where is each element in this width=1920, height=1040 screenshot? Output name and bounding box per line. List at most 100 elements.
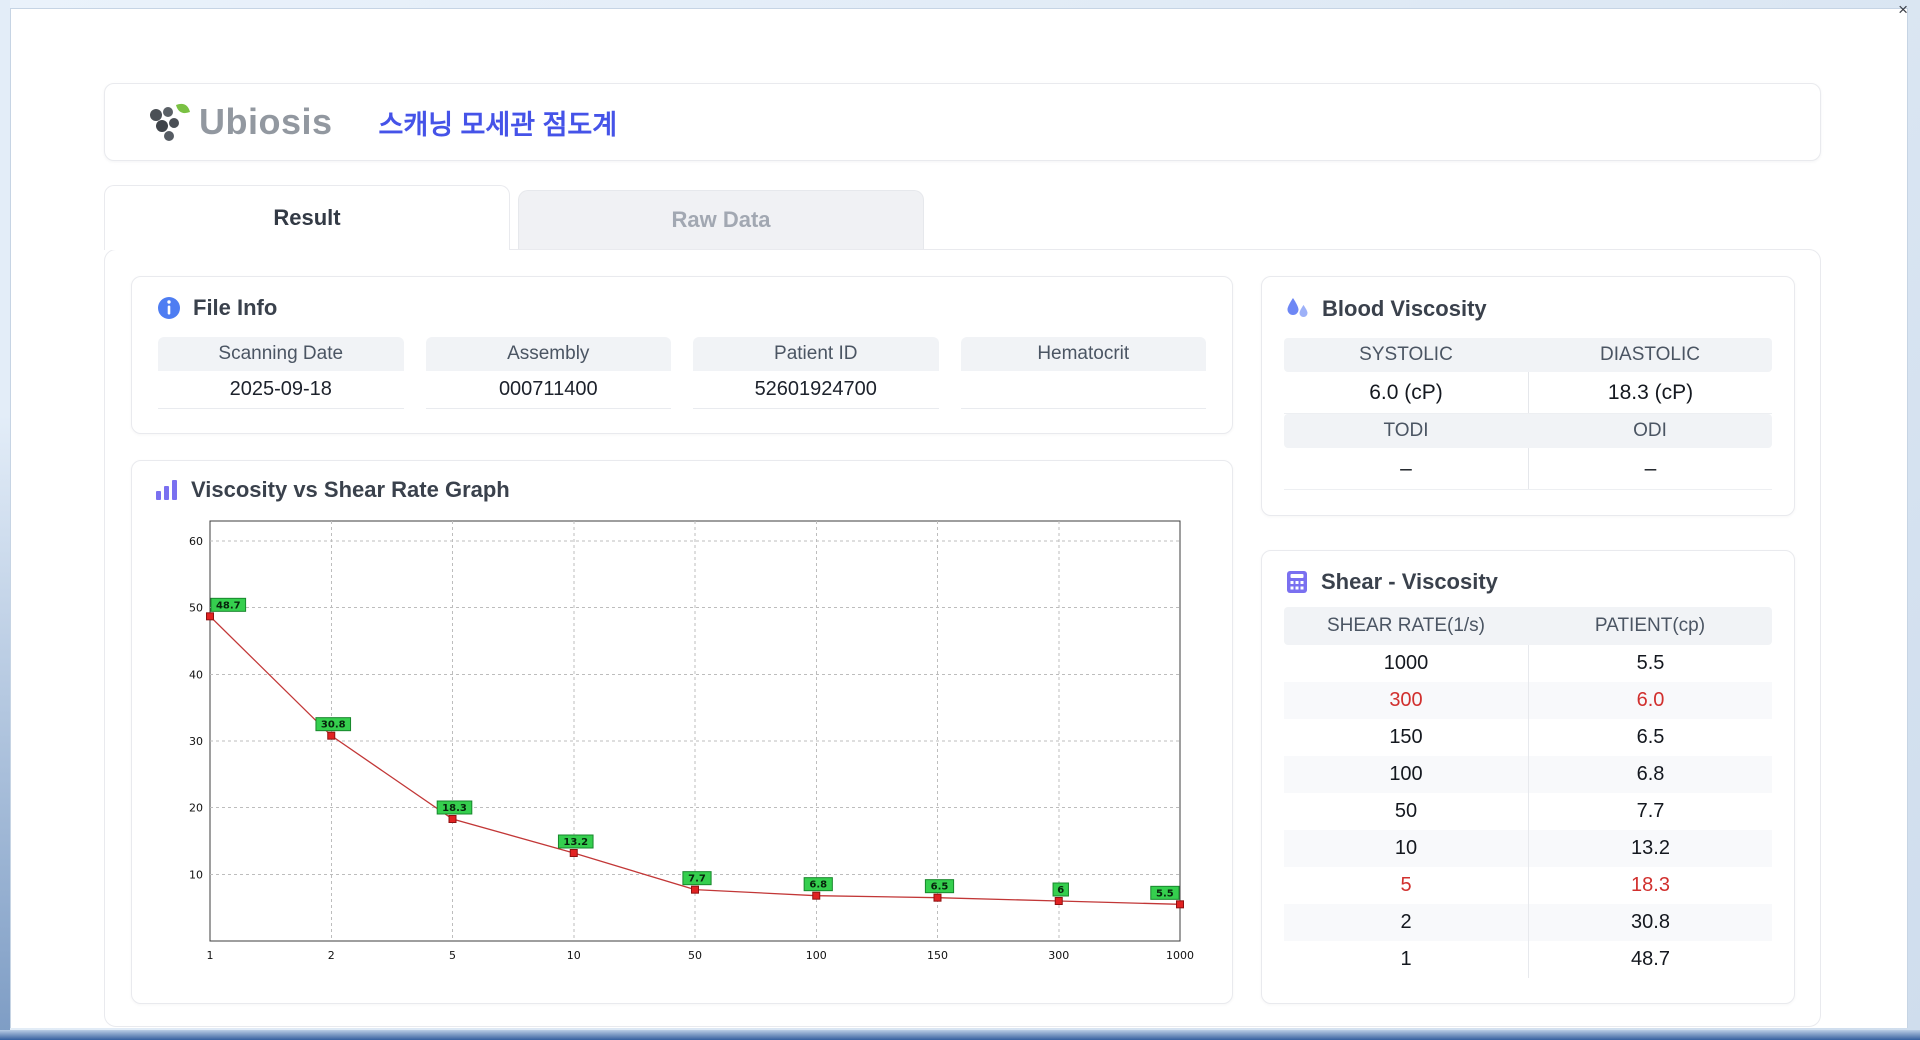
shear-viscosity-card: Shear - Viscosity SHEAR RATE(1/s) PATIEN… [1261,550,1795,1004]
todi-label: TODI [1383,420,1429,441]
droplets-icon [1284,295,1311,322]
field-label: Patient ID [693,337,939,371]
graph-title: Viscosity vs Shear Rate Graph [191,477,510,502]
chart-area: 10 20 30 40 50 60 1 2 5 10 50 100 150 300 1000 48.7 30.8… [154,509,1210,976]
shear-rate-value: 10 [1394,837,1418,859]
shear-viscosity-table: SHEAR RATE(1/s) PATIENT(cp) 1000 5.5 300… [1284,607,1772,978]
table-row: – – [1284,448,1772,490]
field-value [960,371,1206,409]
field-label: Scanning Date [158,337,404,371]
shear-rate-value: 1000 [1383,652,1429,674]
shear-rate-value: 300 [1389,689,1423,711]
systolic-value: 6.0 (cP) [1369,380,1443,404]
svg-text:20: 20 [189,802,203,815]
svg-text:13.2: 13.2 [563,837,588,848]
logo-text: Ubiosis [199,101,333,142]
svg-text:6.5: 6.5 [931,882,949,893]
page-title: 스캐닝 모세관 점도계 [378,109,618,140]
ubiosis-logo: Ubiosis [143,99,333,145]
diastolic-value: 18.3 (cP) [1528,372,1772,413]
file-info-title: File Info [193,295,278,320]
field-assembly: Assembly 000711400 [425,337,671,409]
blood-viscosity-card: Blood Viscosity SYSTOLIC DIASTOLIC 6.0 (… [1261,276,1795,516]
svg-text:150: 150 [927,949,948,962]
calculator-icon [1284,569,1310,595]
svg-text:7.7: 7.7 [688,874,706,885]
svg-text:5: 5 [449,949,456,962]
patient-value: 18.3 [1528,867,1772,904]
field-patient-id: Patient ID 52601924700 [693,337,939,409]
table-row: 10 13.2 [1284,830,1772,867]
svg-text:48.7: 48.7 [216,600,241,611]
patient-value: 6.8 [1528,756,1772,793]
field-label: Assembly [425,337,671,371]
shear-viscosity-title: Shear - Viscosity [1321,569,1498,594]
field-scanning-date: Scanning Date 2025-09-18 [158,337,404,409]
field-value: 52601924700 [693,371,939,409]
shear-rate-column-header: SHEAR RATE(1/s) [1326,615,1485,636]
shear-rate-value: 150 [1389,726,1423,748]
ubiosis-logo-icon [143,99,191,145]
blood-viscosity-title: Blood Viscosity [1322,295,1487,321]
viscosity-chart: 10 20 30 40 50 60 1 2 5 10 50 100 150 300 1000 48.7 30.8… [189,520,1194,962]
svg-text:2: 2 [328,949,335,962]
app-window: Ubiosis 스캐닝 모세관 점도계 Result Raw Data File… [10,8,1908,1028]
patient-value: 30.8 [1528,904,1772,941]
table-row: 1 48.7 [1284,941,1772,978]
field-label: Hematocrit [960,337,1206,371]
patient-value: 48.7 [1528,941,1772,978]
odi-label: ODI [1633,420,1667,441]
info-icon [156,295,182,321]
svg-text:300: 300 [1048,949,1069,962]
patient-value: 13.2 [1528,830,1772,867]
blood-viscosity-table: SYSTOLIC DIASTOLIC 6.0 (cP) 18.3 (cP) TO… [1284,338,1772,490]
svg-text:30: 30 [189,735,203,748]
field-hematocrit: Hematocrit [960,337,1206,409]
svg-text:1000: 1000 [1166,949,1194,962]
patient-value: 6.5 [1528,719,1772,756]
svg-text:18.3: 18.3 [442,803,467,814]
table-header-row: SHEAR RATE(1/s) PATIENT(cp) [1284,607,1772,645]
file-info-fields: Scanning Date 2025-09-18 Assembly 000711… [156,337,1208,409]
svg-text:10: 10 [189,868,203,881]
tab-raw-data[interactable]: Raw Data [518,190,924,249]
file-info-card: File Info Scanning Date 2025-09-18 Assem… [131,276,1233,434]
table-row: 5 18.3 [1284,867,1772,904]
table-row: 6.0 (cP) 18.3 (cP) [1284,372,1772,414]
header-card: Ubiosis 스캐닝 모세관 점도계 [104,83,1821,161]
svg-text:10: 10 [567,949,581,962]
field-value: 000711400 [425,371,671,409]
svg-text:30.8: 30.8 [321,720,346,731]
systolic-label: SYSTOLIC [1359,344,1453,365]
svg-text:6.8: 6.8 [809,880,827,891]
odi-value: – [1528,448,1772,489]
field-value: 2025-09-18 [158,371,404,409]
table-header-row: SYSTOLIC DIASTOLIC [1284,338,1772,372]
patient-value: 7.7 [1528,793,1772,830]
svg-text:50: 50 [688,949,702,962]
main-panel: File Info Scanning Date 2025-09-18 Assem… [104,249,1821,1027]
shear-rate-value: 100 [1389,763,1423,785]
svg-text:1: 1 [207,949,214,962]
table-row: 100 6.8 [1284,756,1772,793]
patient-value: 6.0 [1528,682,1772,719]
tab-result[interactable]: Result [104,185,510,250]
todi-value: – [1400,456,1412,480]
svg-text:50: 50 [189,602,203,615]
svg-text:6: 6 [1057,885,1064,896]
svg-text:60: 60 [189,535,203,548]
svg-text:100: 100 [806,949,827,962]
shear-rate-value: 5 [1400,874,1412,896]
table-row: 1000 5.5 [1284,645,1772,682]
table-header-row: TODI ODI [1284,414,1772,448]
close-icon[interactable]: × [1898,1,1908,19]
viscosity-graph-card: Viscosity vs Shear Rate Graph 10 20 30 40 50… [131,460,1233,1004]
bar-chart-icon [154,477,180,503]
shear-rate-value: 1 [1400,948,1412,970]
table-row: 300 6.0 [1284,682,1772,719]
diastolic-label: DIASTOLIC [1600,344,1700,365]
patient-column-header: PATIENT(cp) [1594,615,1706,636]
table-row: 150 6.5 [1284,719,1772,756]
window-frame-bottom [0,1030,1920,1040]
svg-text:5.5: 5.5 [1156,888,1174,899]
